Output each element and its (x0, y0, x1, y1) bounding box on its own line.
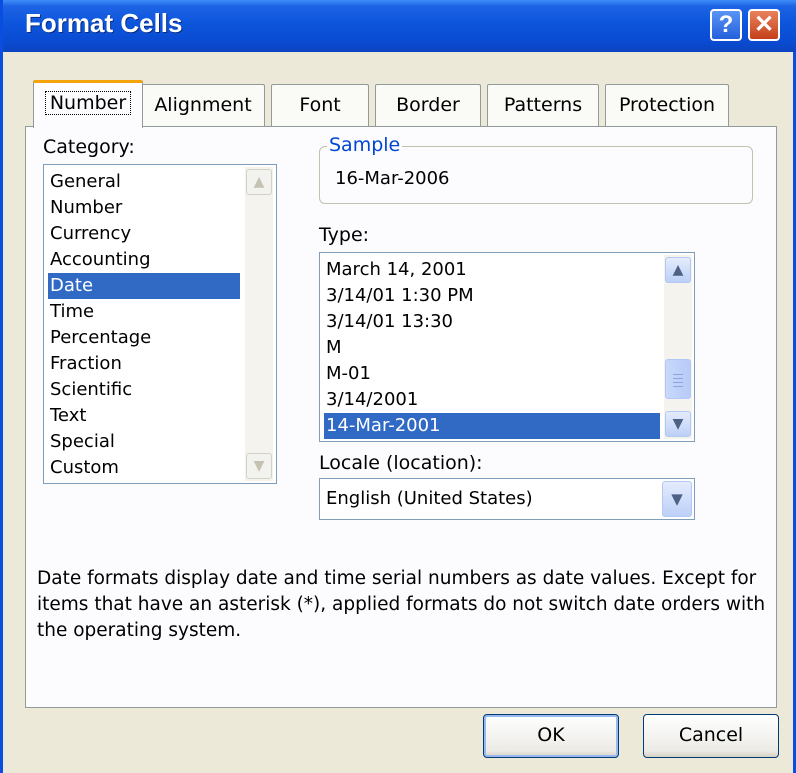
category-scrollbar[interactable] (245, 167, 273, 481)
category-item-percentage[interactable]: Percentage (48, 325, 240, 351)
scroll-up-arrow-icon[interactable]: ▲ (246, 169, 272, 195)
scroll-down-arrow-icon[interactable]: ▼ (246, 453, 272, 479)
category-item-currency[interactable]: Currency (48, 221, 240, 247)
scroll-up-arrow-icon[interactable]: ▲ (665, 257, 691, 283)
ok-button[interactable]: OK (483, 714, 619, 758)
sample-value: 16-Mar-2006 (335, 168, 450, 189)
tab-alignment[interactable]: Alignment (141, 84, 265, 126)
category-item-general[interactable]: General (48, 169, 240, 195)
tab-protection[interactable]: Protection (605, 84, 729, 126)
scroll-down-arrow-icon[interactable]: ▼ (665, 411, 691, 437)
category-item-custom[interactable]: Custom (48, 455, 240, 481)
category-item-accounting[interactable]: Accounting (48, 247, 240, 273)
chevron-down-icon[interactable]: ▼ (662, 481, 692, 517)
tab-number[interactable]: Number (33, 80, 143, 128)
type-label: Type: (319, 224, 370, 246)
tab-border[interactable]: Border (375, 84, 481, 126)
category-item-special[interactable]: Special (48, 429, 240, 455)
locale-value: English (United States) (326, 488, 533, 509)
tab-font[interactable]: Font (271, 84, 369, 126)
category-item-fraction[interactable]: Fraction (48, 351, 240, 377)
grip-line (673, 382, 683, 383)
type-item[interactable]: 3/14/01 1:30 PM (324, 283, 660, 309)
help-button[interactable]: ? (710, 9, 742, 41)
category-label: Category: (43, 136, 135, 158)
scrollbar-thumb[interactable] (665, 359, 691, 399)
type-item[interactable]: 3/14/2001 (324, 387, 660, 413)
tab-label: Number (44, 91, 132, 115)
format-description: Date formats display date and time seria… (37, 568, 766, 641)
grip-line (673, 386, 683, 387)
type-item[interactable]: 3/14/01 13:30 (324, 309, 660, 335)
locale-label: Locale (location): (319, 452, 483, 474)
sample-label: Sample (327, 134, 403, 156)
type-listbox[interactable]: March 14, 2001 3/14/01 1:30 PM 3/14/01 1… (319, 252, 695, 442)
category-item-time[interactable]: Time (48, 299, 240, 325)
cancel-button[interactable]: Cancel (643, 714, 779, 758)
category-listbox[interactable]: General Number Currency Accounting Date … (43, 164, 277, 484)
format-cells-dialog: Format Cells ? ✕ Number Alignment Font B… (0, 0, 796, 773)
category-item-scientific[interactable]: Scientific (48, 377, 240, 403)
grip-line (673, 378, 683, 379)
type-item-selected[interactable]: 14-Mar-2001 (324, 413, 660, 439)
category-item-number[interactable]: Number (48, 195, 240, 221)
type-item[interactable]: M (324, 335, 660, 361)
type-item[interactable]: March 14, 2001 (324, 257, 660, 283)
type-item[interactable]: M-01 (324, 361, 660, 387)
grip-line (673, 374, 683, 375)
close-button[interactable]: ✕ (748, 9, 780, 41)
title-bar[interactable]: Format Cells ? ✕ (3, 0, 796, 52)
dialog-title: Format Cells (25, 8, 183, 38)
category-item-date[interactable]: Date (48, 273, 240, 299)
locale-dropdown[interactable]: English (United States) ▼ (319, 478, 695, 520)
category-item-text[interactable]: Text (48, 403, 240, 429)
tab-patterns[interactable]: Patterns (487, 84, 599, 126)
